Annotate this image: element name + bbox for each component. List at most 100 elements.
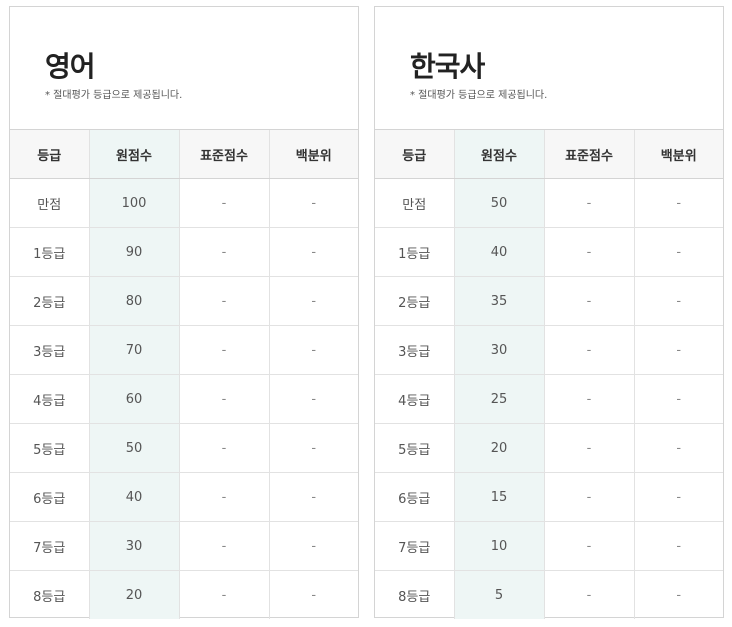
- header-row: 등급 원점수 표준점수 백분위: [375, 130, 723, 179]
- table-row: 1등급 40- -: [375, 227, 723, 277]
- table-body: 만점 100- -1등급 90- -2등급 80- -3등급 70- -4등급 60- -5등급 50…: [10, 178, 358, 619]
- grade-cell: 5등급: [375, 423, 455, 473]
- grade-cell: 2등급: [375, 276, 455, 326]
- percentile-cell: -: [269, 374, 358, 424]
- raw-score-cell: 50: [89, 423, 180, 473]
- raw-score-cell: 25: [454, 374, 545, 424]
- raw-score-cell: 80: [89, 276, 180, 326]
- table-row: 8등급 20- -: [10, 570, 358, 619]
- grade-cell: 6등급: [375, 472, 455, 522]
- standard-score-cell: -: [544, 472, 635, 522]
- table-row: 만점 100- -: [10, 178, 358, 228]
- panel-header: 한국사 * 절대평가 등급으로 제공됩니다.: [375, 7, 723, 130]
- standard-score-cell: -: [179, 276, 270, 326]
- standard-score-cell: -: [179, 472, 270, 522]
- table-row: 7등급 10- -: [375, 521, 723, 571]
- table-header: 등급 원점수 표준점수 백분위: [375, 130, 723, 179]
- panel-title: 한국사: [410, 50, 485, 83]
- standard-score-cell: -: [544, 423, 635, 473]
- raw-score-cell: 40: [454, 227, 545, 277]
- panel-note: * 절대평가 등급으로 제공됩니다.: [410, 90, 548, 101]
- percentile-cell: -: [634, 472, 723, 522]
- header-raw-score: 원점수: [89, 130, 180, 179]
- score-table: 등급 원점수 표준점수 백분위 만점 50- -1등급 40- -2등급 35- -3등급 3…: [375, 130, 723, 619]
- table-body: 만점 50- -1등급 40- -2등급 35- -3등급 30- -4등급 25- -5등급 20-…: [375, 178, 723, 619]
- header-standard-score: 표준점수: [544, 130, 635, 179]
- raw-score-cell: 60: [89, 374, 180, 424]
- header-raw-score: 원점수: [454, 130, 545, 179]
- percentile-cell: -: [269, 178, 358, 228]
- raw-score-cell: 15: [454, 472, 545, 522]
- raw-score-cell: 30: [454, 325, 545, 375]
- standard-score-cell: -: [544, 325, 635, 375]
- table-row: 4등급 25- -: [375, 374, 723, 424]
- raw-score-cell: 20: [454, 423, 545, 473]
- header-grade: 등급: [375, 130, 455, 179]
- standard-score-cell: -: [179, 423, 270, 473]
- percentile-cell: -: [676, 587, 682, 603]
- raw-score-cell: 40: [89, 472, 180, 522]
- raw-score-cell: 5: [454, 570, 545, 619]
- standard-score-cell: -: [179, 227, 270, 277]
- table-row: 8등급 5- -: [375, 570, 723, 619]
- raw-score-cell: 50: [454, 178, 545, 228]
- standard-score-cell: -: [179, 325, 270, 375]
- grade-cell: 3등급: [375, 325, 455, 375]
- grade-cell: 8등급: [10, 570, 90, 619]
- percentile-cell: -: [634, 325, 723, 375]
- table-row: 5등급 20- -: [375, 423, 723, 473]
- table-row: 2등급 80- -: [10, 276, 358, 326]
- percentile-cell: -: [269, 521, 358, 571]
- grade-cell: 1등급: [375, 227, 455, 277]
- percentile-cell: -: [311, 587, 317, 603]
- grade-cell: 만점: [375, 178, 455, 228]
- percentile-cell: -: [634, 276, 723, 326]
- grade-cell: 만점: [10, 178, 90, 228]
- grade-cell: 8등급: [375, 570, 455, 619]
- percentile-cell: -: [269, 472, 358, 522]
- table-row: 3등급 30- -: [375, 325, 723, 375]
- standard-score-cell: -: [544, 570, 635, 619]
- grade-cell: 4등급: [10, 374, 90, 424]
- header-percentile: 백분위: [634, 130, 723, 179]
- table-row: 5등급 50- -: [10, 423, 358, 473]
- raw-score-cell: 100: [89, 178, 180, 228]
- english-score-panel: 영어 * 절대평가 등급으로 제공됩니다. 등급 원점수 표준점수 백분위 만점…: [9, 6, 359, 619]
- table-row: 만점 50- -: [375, 178, 723, 228]
- standard-score-cell: -: [544, 276, 635, 326]
- grade-cell: 7등급: [10, 521, 90, 571]
- grade-cell: 4등급: [375, 374, 455, 424]
- grade-cell: 7등급: [375, 521, 455, 571]
- korean-history-score-panel: 한국사 * 절대평가 등급으로 제공됩니다. 등급 원점수 표준점수 백분위 만…: [374, 6, 724, 619]
- standard-score-cell: -: [179, 178, 270, 228]
- percentile-cell: -: [269, 325, 358, 375]
- raw-score-cell: 70: [89, 325, 180, 375]
- panel-title: 영어: [45, 50, 96, 83]
- grade-cell: 1등급: [10, 227, 90, 277]
- percentile-cell: -: [634, 423, 723, 473]
- table-row: 3등급 70- -: [10, 325, 358, 375]
- percentile-cell: -: [634, 178, 723, 228]
- standard-score-cell: -: [544, 521, 635, 571]
- standard-score-cell: -: [544, 374, 635, 424]
- percentile-cell: -: [634, 521, 723, 571]
- table-row: 7등급 30- -: [10, 521, 358, 571]
- percentile-cell: -: [634, 374, 723, 424]
- raw-score-cell: 35: [454, 276, 545, 326]
- grade-cell: 6등급: [10, 472, 90, 522]
- standard-score-cell: -: [179, 570, 270, 619]
- percentile-cell: -: [269, 423, 358, 473]
- header-grade: 등급: [10, 130, 90, 179]
- table-row: 6등급 40- -: [10, 472, 358, 522]
- grade-cell: 5등급: [10, 423, 90, 473]
- standard-score-cell: -: [179, 521, 270, 571]
- standard-score-cell: -: [179, 374, 270, 424]
- raw-score-cell: 90: [89, 227, 180, 277]
- raw-score-cell: 10: [454, 521, 545, 571]
- percentile-cell: -: [634, 227, 723, 277]
- table-row: 2등급 35- -: [375, 276, 723, 326]
- standard-score-cell: -: [544, 178, 635, 228]
- table-header: 등급 원점수 표준점수 백분위: [10, 130, 358, 179]
- standard-score-cell: -: [544, 227, 635, 277]
- header-standard-score: 표준점수: [179, 130, 270, 179]
